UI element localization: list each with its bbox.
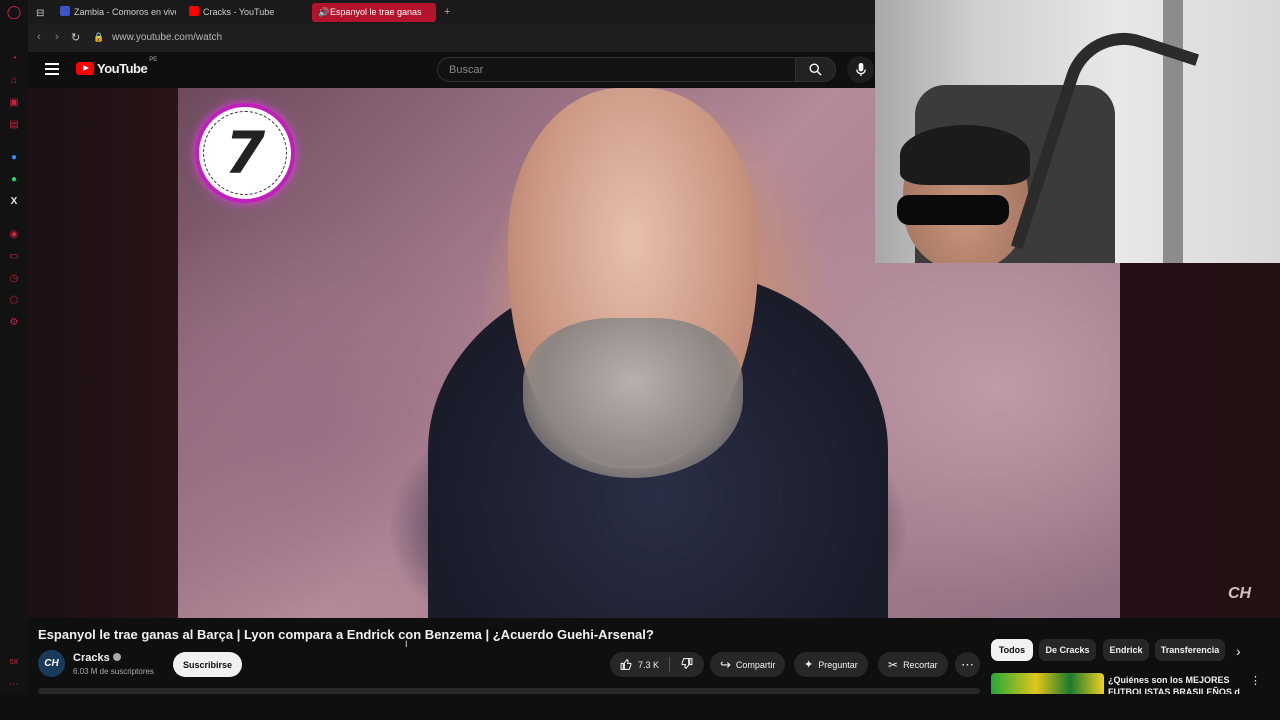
youtube-play-icon — [76, 62, 94, 75]
share-icon: ↪ — [720, 656, 731, 672]
like-button[interactable]: 7.3 K — [620, 658, 659, 671]
back-icon[interactable]: ‹ — [37, 31, 41, 43]
more-actions-button[interactable]: ⋯ — [955, 652, 980, 677]
youtube-favicon-icon — [189, 6, 199, 16]
aria-icon[interactable]: ◔ — [7, 51, 21, 65]
sparkle-icon: ✦ — [804, 659, 814, 671]
new-tab-button[interactable]: + — [440, 3, 450, 22]
messenger-icon[interactable]: ● — [7, 150, 21, 164]
x-twitter-icon[interactable]: X — [7, 194, 21, 208]
streamer-hair — [900, 125, 1030, 185]
pinboard-icon[interactable]: ▤ — [7, 117, 21, 131]
chevron-right-icon[interactable]: › — [1236, 643, 1241, 659]
chip-transferencia[interactable]: Transferencia — [1155, 639, 1225, 661]
tab-bar: ⊟ Zambia - Comoros en vivo Cracks - YouT… — [28, 0, 875, 24]
clip-label: Recortar — [903, 659, 938, 670]
sidebar-circle-icon[interactable]: ◉ — [7, 227, 21, 241]
menu-icon[interactable] — [45, 63, 59, 75]
browser-sidebar: ◯ ◔ ⌂ ▣ ▤ ● ● X ◉ ▭ ◷ ⬠ ⚙ 0X ⋯ — [0, 0, 28, 720]
channel-avatar[interactable]: CH — [38, 650, 65, 677]
tab-zambia[interactable]: Zambia - Comoros en vivo — [56, 3, 176, 22]
video-title: Espanyol le trae ganas al Barça | Lyon c… — [38, 627, 654, 642]
video-subject-beard — [523, 318, 743, 478]
sidebar-more-icon[interactable]: ⋯ — [7, 677, 21, 691]
tab-label: Espanyol le trae ganas — [330, 7, 422, 17]
whatsapp-icon[interactable]: ● — [7, 172, 21, 186]
sidebar-counter-badge: 0X — [9, 658, 19, 666]
clip-button[interactable]: ✂ Recortar — [878, 652, 948, 677]
text-cursor-icon: I — [405, 639, 408, 649]
ranking-number: 7 — [203, 111, 287, 195]
extensions-icon[interactable]: ⬠ — [7, 293, 21, 307]
url-field[interactable]: www.youtube.com/watch — [112, 32, 222, 43]
like-count: 7.3 K — [638, 659, 660, 670]
share-button[interactable]: ↪ Compartir — [710, 652, 786, 677]
share-label: Compartir — [735, 659, 776, 670]
forward-icon[interactable]: › — [55, 31, 59, 43]
zambia-favicon-icon — [60, 6, 70, 16]
like-dislike-group: 7.3 K — [610, 652, 704, 677]
subscribe-button[interactable]: Suscribirse — [173, 652, 242, 677]
thumbs-up-icon — [620, 658, 632, 670]
channel-name[interactable]: Cracks — [73, 652, 110, 664]
address-bar: ‹ › ↻ 🔒 www.youtube.com/watch — [28, 24, 875, 52]
player-icon[interactable]: ▣ — [7, 95, 21, 109]
tab-workspaces-icon[interactable]: ⊟ — [32, 4, 44, 23]
microphone-icon — [855, 62, 866, 77]
opera-logo-icon[interactable]: ◯ — [7, 4, 22, 19]
crypto-wallet-icon[interactable]: ⌂ — [7, 73, 21, 87]
webcam-overlay — [875, 0, 1280, 263]
chip-endrick[interactable]: Endrick — [1103, 639, 1149, 661]
tab-cracks[interactable]: Cracks - YouTube — [185, 3, 305, 22]
bottom-overflow — [0, 694, 1280, 720]
voice-search-button[interactable] — [847, 56, 874, 83]
sidebar-box-icon[interactable]: ▭ — [7, 249, 21, 263]
thumbs-down-icon — [681, 658, 693, 670]
channel-watermark[interactable]: CH — [1228, 585, 1251, 603]
chip-todos[interactable]: Todos — [991, 639, 1033, 661]
channel-name-row[interactable]: Cracks — [73, 652, 121, 664]
verified-icon — [112, 653, 121, 661]
settings-icon[interactable]: ⚙ — [7, 315, 21, 329]
tab-label: Cracks - YouTube — [203, 7, 275, 17]
ask-label: Preguntar — [818, 659, 858, 670]
lock-icon: 🔒 — [93, 32, 105, 42]
search-button[interactable] — [795, 57, 836, 82]
ranking-badge: 7 — [195, 103, 295, 203]
chip-de-cracks[interactable]: De Cracks — [1039, 639, 1096, 661]
speaker-icon: 🔊 — [318, 7, 330, 17]
ask-button[interactable]: ✦ Preguntar — [794, 652, 868, 677]
tab-label: Zambia - Comoros en vivo — [74, 7, 176, 17]
scissors-icon: ✂ — [888, 657, 899, 672]
history-icon[interactable]: ◷ — [7, 271, 21, 285]
region-code: PE — [149, 57, 158, 63]
recommendation-more-icon[interactable]: ⋮ — [1250, 674, 1261, 687]
youtube-wordmark: YouTube — [97, 61, 148, 76]
sunglasses — [897, 195, 1009, 225]
dislike-button[interactable] — [680, 657, 693, 672]
subscriber-count: 6.03 M de suscriptores — [73, 667, 154, 676]
youtube-header: YouTube PE — [28, 52, 875, 88]
tab-espanyol-active[interactable]: 🔊 Espanyol le trae ganas — [312, 3, 436, 22]
search-box — [437, 57, 796, 82]
search-icon — [809, 63, 822, 76]
reload-icon[interactable]: ↻ — [71, 31, 80, 44]
divider — [669, 657, 671, 672]
youtube-logo[interactable]: YouTube PE — [76, 57, 157, 76]
search-input[interactable] — [438, 58, 795, 81]
